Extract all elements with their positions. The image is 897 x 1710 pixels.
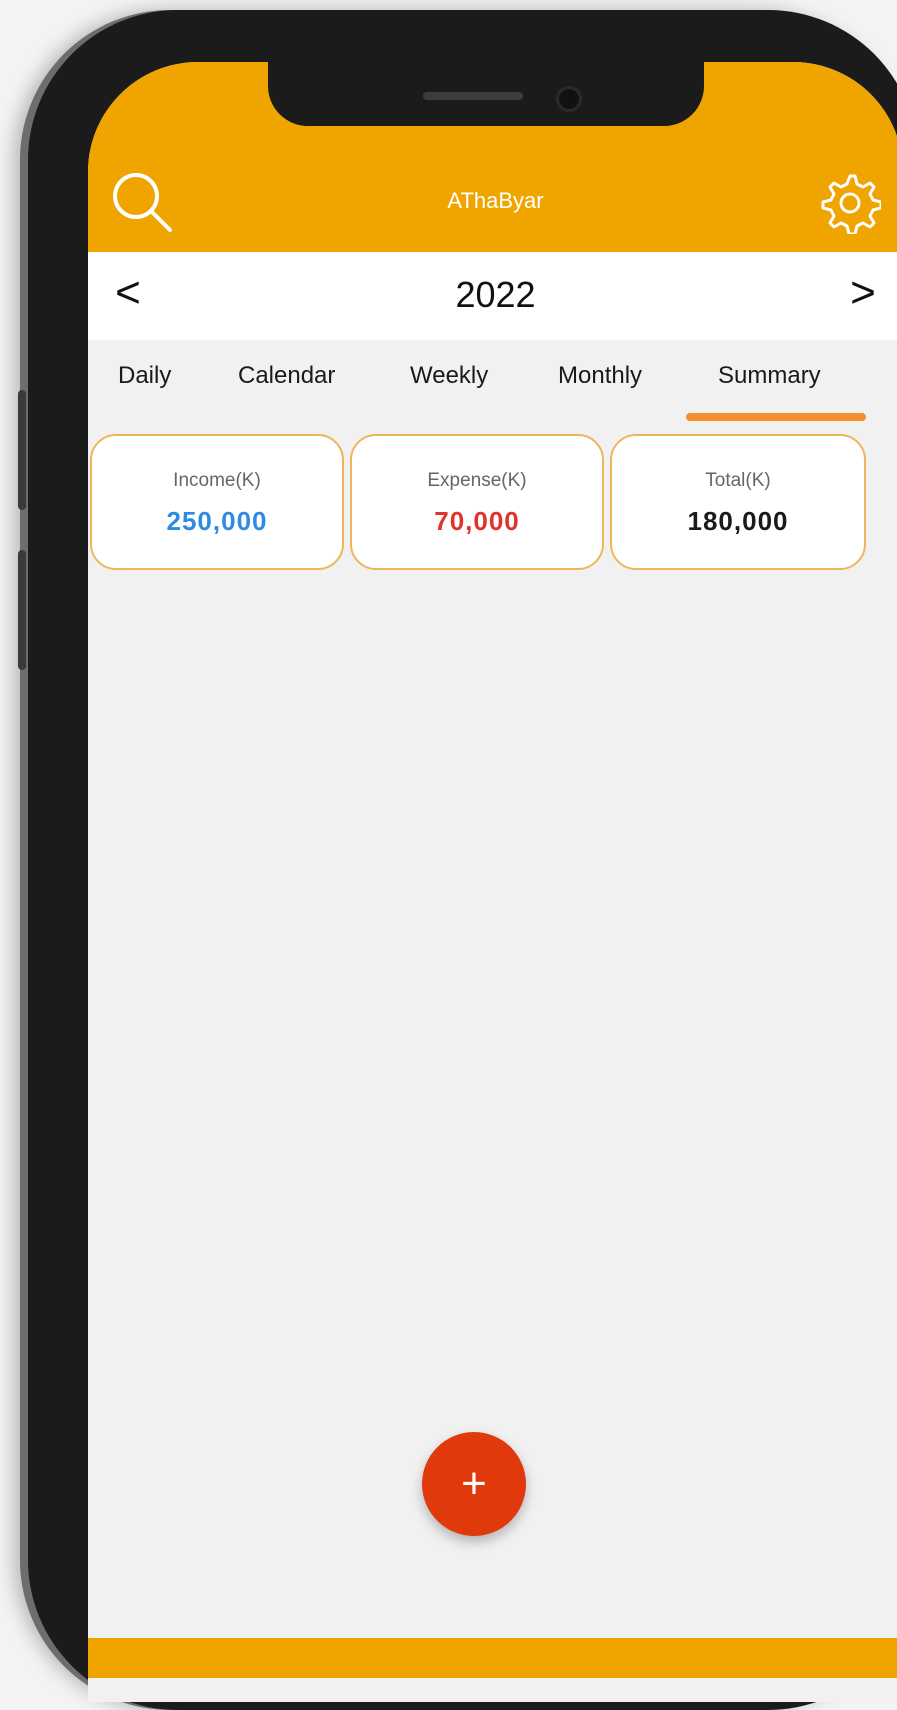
expense-card: Expense(K) 70,000 [350, 434, 604, 570]
income-label: Income(K) [173, 470, 261, 491]
active-tab-indicator [686, 413, 866, 421]
view-tabs: Daily Calendar Weekly Monthly Summary [88, 340, 897, 425]
tab-calendar[interactable]: Calendar [238, 362, 335, 390]
expense-label: Expense(K) [427, 470, 527, 491]
add-transaction-button[interactable]: + [422, 1432, 526, 1536]
phone-side-button [18, 550, 26, 670]
speaker [423, 92, 523, 100]
year-navigator: < 2022 > [88, 252, 897, 340]
total-value: 180,000 [687, 506, 789, 536]
tab-daily[interactable]: Daily [118, 362, 171, 390]
income-card: Income(K) 250,000 [90, 434, 344, 570]
phone-frame: AThaByar < 2022 > Daily Calendar Weekly … [18, 10, 897, 1710]
phone-side-button [18, 390, 26, 510]
tab-weekly[interactable]: Weekly [410, 362, 488, 390]
app-title: AThaByar [447, 188, 544, 213]
year-label: 2022 [455, 274, 536, 315]
tab-summary[interactable]: Summary [718, 362, 821, 390]
app-screen: AThaByar < 2022 > Daily Calendar Weekly … [88, 62, 897, 1702]
phone-notch [268, 62, 704, 126]
next-year-button[interactable]: > [833, 268, 893, 318]
bottom-bar [88, 1638, 897, 1678]
expense-value: 70,000 [434, 506, 520, 536]
tab-monthly[interactable]: Monthly [558, 362, 642, 390]
total-card: Total(K) 180,000 [610, 434, 866, 570]
income-value: 250,000 [166, 506, 268, 536]
gear-icon[interactable] [819, 172, 881, 234]
camera [556, 86, 582, 112]
total-label: Total(K) [705, 470, 771, 491]
